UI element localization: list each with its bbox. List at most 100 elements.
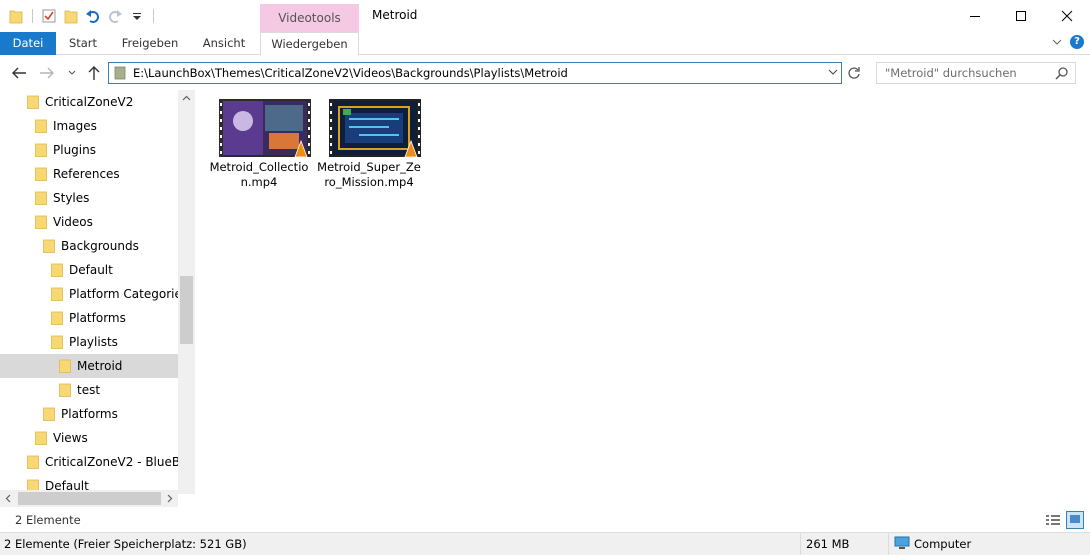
address-dropdown-button[interactable]: [827, 66, 839, 81]
tree-item[interactable]: test: [0, 378, 178, 402]
tree-item[interactable]: Platforms: [0, 306, 178, 330]
navigation-horizontal-scrollbar[interactable]: [0, 490, 178, 507]
file-item[interactable]: Metroid_Collection.mp4: [207, 98, 311, 194]
tab-freigeben[interactable]: Freigeben: [114, 32, 186, 55]
file-item[interactable]: Metroid_Super_Zero_Mission.mp4: [317, 98, 421, 194]
large-icons-view-icon: [1066, 511, 1084, 529]
help-icon[interactable]: ?: [1070, 35, 1084, 49]
folder-icon: [35, 167, 47, 181]
file-name: Metroid_Collection.mp4: [209, 160, 309, 189]
large-icons-view-button[interactable]: [1066, 511, 1084, 532]
folder-icon: [35, 143, 47, 157]
tree-item[interactable]: Backgrounds: [0, 234, 178, 258]
view-switcher: [1044, 511, 1084, 532]
scroll-up-button[interactable]: [178, 90, 195, 107]
customize-toolbar-icon[interactable]: [129, 8, 145, 24]
scroll-left-button[interactable]: [0, 490, 17, 507]
tree-item-label: Default: [69, 263, 113, 277]
folder-icon: [51, 287, 63, 301]
folder-icon: [59, 359, 71, 373]
tree-item[interactable]: Videos: [0, 210, 178, 234]
new-folder-icon[interactable]: [63, 8, 79, 24]
tree-item[interactable]: Platforms: [0, 402, 178, 426]
quick-access-toolbar: [8, 6, 156, 26]
window-controls: [952, 0, 1090, 32]
chevron-right-icon: [167, 494, 173, 503]
folder-icon: [59, 383, 71, 397]
folder-icon: [51, 335, 63, 349]
tree-item-label: Videos: [53, 215, 93, 229]
status-bar: 2 Elemente (Freier Speicherplatz: 521 GB…: [0, 532, 1090, 555]
tree-item[interactable]: Styles: [0, 186, 178, 210]
address-path[interactable]: E:\LaunchBox\Themes\CriticalZoneV2\Video…: [133, 66, 568, 80]
tab-ansicht[interactable]: Ansicht: [194, 32, 254, 55]
ribbon: Datei Start Freigeben Ansicht Wiedergebe…: [0, 32, 1090, 56]
chevron-up-icon: [182, 95, 191, 101]
video-thumbnail: [329, 99, 421, 158]
scrollbar-thumb[interactable]: [18, 492, 161, 505]
back-button[interactable]: [10, 64, 28, 82]
tree-item-selected[interactable]: Metroid: [0, 354, 178, 378]
tree-item-label: Playlists: [69, 335, 118, 349]
folder-icon: [35, 215, 47, 229]
details-view-button[interactable]: [1044, 511, 1062, 532]
tree-item-label: Platforms: [69, 311, 126, 325]
folder-icon[interactable]: [8, 8, 24, 24]
scrollbar-thumb[interactable]: [180, 276, 193, 344]
tree-item[interactable]: Playlists: [0, 330, 178, 354]
tree-item[interactable]: Default: [0, 258, 178, 282]
arrow-right-icon: [40, 67, 54, 79]
tree-item-label: Metroid: [77, 359, 123, 373]
arrow-up-icon: [88, 66, 100, 80]
tab-start[interactable]: Start: [60, 32, 106, 55]
folder-icon: [51, 311, 63, 325]
tree-item[interactable]: References: [0, 162, 178, 186]
redo-icon[interactable]: [107, 8, 123, 24]
tree-item-label: Plugins: [53, 143, 96, 157]
chevron-down-icon: [828, 69, 838, 75]
folder-icon: [35, 431, 47, 445]
address-bar[interactable]: E:\LaunchBox\Themes\CriticalZoneV2\Video…: [108, 62, 842, 84]
search-input[interactable]: "Metroid" durchsuchen: [876, 62, 1076, 84]
search-icon: [1055, 66, 1069, 83]
tree-item[interactable]: Platform Categories: [0, 282, 188, 306]
recent-locations-button[interactable]: [63, 64, 81, 82]
refresh-button[interactable]: [844, 62, 864, 84]
tree-item-label: References: [53, 167, 120, 181]
tab-wiedergeben[interactable]: Wiedergeben: [260, 32, 359, 56]
navigation-pane: CriticalZoneV2 Images Plugins References…: [0, 90, 196, 510]
tree-item-label: Images: [53, 119, 97, 133]
folder-icon: [43, 239, 55, 253]
expand-ribbon-icon[interactable]: [1052, 37, 1062, 47]
up-button[interactable]: [85, 64, 103, 82]
tab-datei[interactable]: Datei: [0, 32, 56, 55]
tree-item[interactable]: Views: [0, 426, 178, 450]
properties-icon[interactable]: [41, 8, 57, 24]
undo-icon[interactable]: [85, 8, 101, 24]
scroll-right-button[interactable]: [161, 490, 178, 507]
tree-item[interactable]: CriticalZoneV2: [0, 90, 178, 114]
folder-icon: [51, 263, 63, 277]
forward-button[interactable]: [38, 64, 56, 82]
minimize-button[interactable]: [952, 0, 998, 32]
computer-icon: [894, 536, 910, 553]
close-button[interactable]: [1044, 0, 1090, 32]
tree-item-label: test: [77, 383, 101, 397]
close-icon: [1061, 10, 1073, 22]
navigation-vertical-scrollbar[interactable]: [178, 90, 195, 494]
tree-item-label: Platforms: [61, 407, 118, 421]
chevron-down-icon: [68, 70, 76, 75]
tree-item[interactable]: Images: [0, 114, 178, 138]
ribbon-controls: ?: [1052, 35, 1084, 49]
folder-icon: [114, 66, 126, 83]
status-size: 261 MB: [806, 537, 850, 551]
status-location: Computer: [914, 537, 972, 551]
tree-item[interactable]: Plugins: [0, 138, 178, 162]
folder-icon: [35, 191, 47, 205]
file-name: Metroid_Super_Zero_Mission.mp4: [317, 160, 421, 189]
tree-item-label: Backgrounds: [61, 239, 139, 253]
maximize-button[interactable]: [998, 0, 1044, 32]
details-view-icon: [1046, 515, 1060, 525]
tree-item[interactable]: CriticalZoneV2 - BlueBox: [0, 450, 194, 474]
search-placeholder: "Metroid" durchsuchen: [885, 66, 1017, 80]
